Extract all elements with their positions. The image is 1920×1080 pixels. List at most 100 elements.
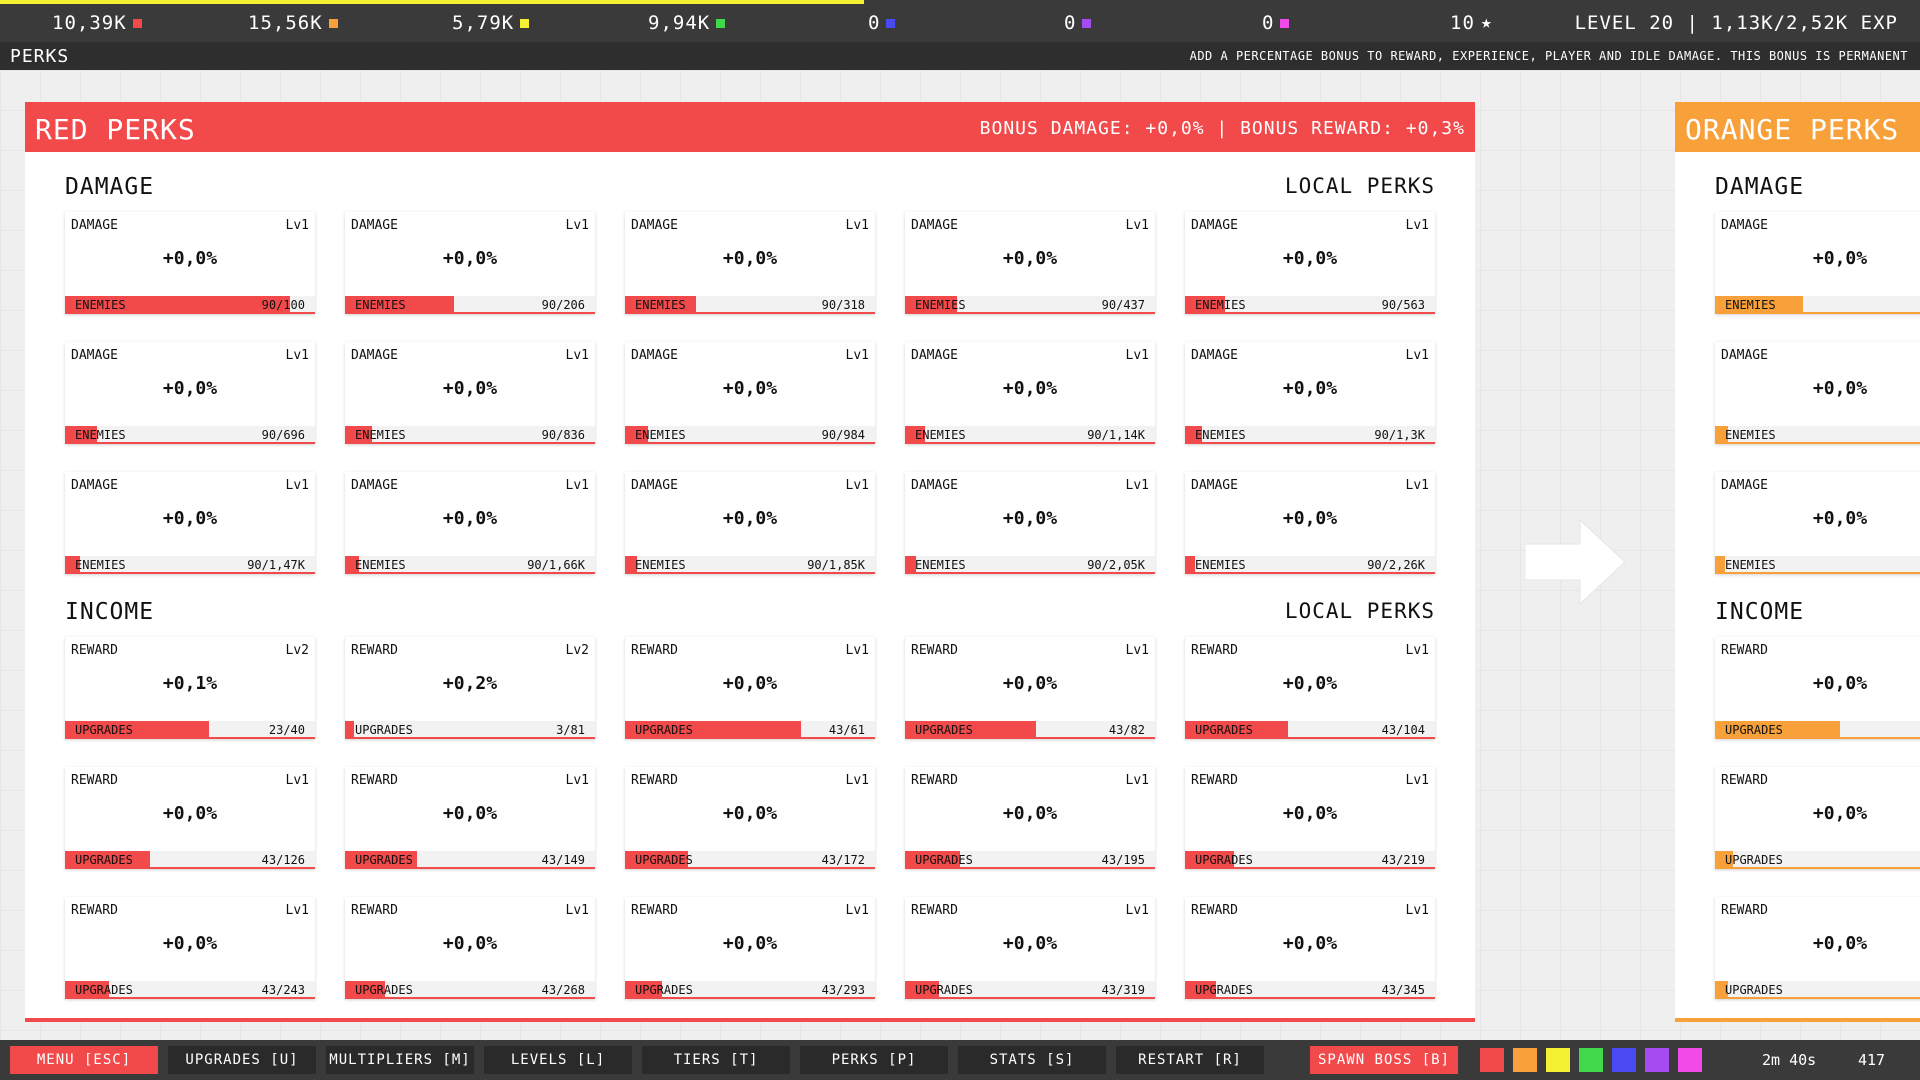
perk-card[interactable]: REWARD Lv1 +0,0% UPGRADES 43/319: [905, 897, 1155, 999]
perk-card[interactable]: REWARD Lv2 +0,2% UPGRADES 3/81: [345, 637, 595, 739]
perk-card[interactable]: REWARD Lv1 +0,0% UPGRADES 43/149: [345, 767, 595, 869]
perk-card[interactable]: DAMAGE Lv1 +0,0% ENEMIES 90/563: [1185, 212, 1435, 314]
perk-card[interactable]: DAMAGE +0,0% ENEMIES70: [1715, 212, 1920, 314]
perk-card[interactable]: DAMAGE +0,0% ENEMIES70/2: [1715, 472, 1920, 574]
levels-button[interactable]: LEVELS [L]: [484, 1046, 632, 1074]
perk-card[interactable]: REWARD +0,0% UPGRADES2: [1715, 637, 1920, 739]
perk-level: Lv1: [1405, 218, 1429, 233]
resource-value: 15,56K: [248, 12, 323, 34]
perk-value: +0,0%: [1002, 673, 1058, 694]
perk-progress-bar: UPGRADES20: [1715, 981, 1920, 999]
tiers-button[interactable]: TIERS [T]: [642, 1046, 790, 1074]
perk-value: +0,0%: [442, 508, 498, 529]
perk-requirement-label: ENEMIES: [915, 298, 966, 312]
perk-requirement-label: ENEMIES: [75, 298, 126, 312]
perk-value: +0,0%: [1282, 933, 1338, 954]
perk-card[interactable]: REWARD Lv1 +0,0% UPGRADES 43/268: [345, 897, 595, 999]
perk-value: +0,0%: [162, 378, 218, 399]
perk-progress-text: 90/1,3K: [1374, 428, 1425, 442]
perk-card[interactable]: DAMAGE Lv1 +0,0% ENEMIES 90/696: [65, 342, 315, 444]
perk-card[interactable]: DAMAGE Lv1 +0,0% ENEMIES 90/1,85K: [625, 472, 875, 574]
perk-value: +0,0%: [1282, 803, 1338, 824]
perk-card[interactable]: DAMAGE +0,0% ENEMIES70/1: [1715, 342, 1920, 444]
spawn-button[interactable]: SPAWN BOSS [B]: [1310, 1046, 1458, 1074]
top-resource-bar: 10,39K 15,56K 5,79K 9,94K 0 0 0 10 ★ LEVEL 20 …: [0, 0, 1920, 42]
next-panel-arrow-icon[interactable]: [1525, 520, 1625, 604]
perk-type-label: REWARD: [351, 773, 398, 788]
perk-card[interactable]: REWARD Lv1 +0,0% UPGRADES 43/61: [625, 637, 875, 739]
color-tier-swatch[interactable]: [1513, 1048, 1537, 1072]
orange-perks-title: ORANGE PERKS: [1685, 113, 1900, 146]
perk-level: Lv1: [1405, 478, 1429, 493]
perk-level: Lv1: [285, 903, 309, 918]
perk-card[interactable]: REWARD +0,0% UPGRADES20: [1715, 767, 1920, 869]
restart-button[interactable]: RESTART [R]: [1116, 1046, 1264, 1074]
perk-card[interactable]: DAMAGE Lv1 +0,0% ENEMIES 90/318: [625, 212, 875, 314]
perk-progress-text: 43/243: [261, 983, 305, 997]
perk-value: +0,0%: [1812, 803, 1868, 824]
perk-card[interactable]: REWARD +0,0% UPGRADES20: [1715, 897, 1920, 999]
perk-type-label: REWARD: [631, 643, 678, 658]
perk-requirement-label: UPGRADES: [635, 853, 693, 867]
perk-progress-text: 90/1,85K: [807, 558, 865, 572]
perk-requirement-label: ENEMIES: [355, 558, 406, 572]
perk-card[interactable]: REWARD Lv1 +0,0% UPGRADES 43/126: [65, 767, 315, 869]
perk-card[interactable]: DAMAGE Lv1 +0,0% ENEMIES 90/1,66K: [345, 472, 595, 574]
perk-card[interactable]: DAMAGE Lv1 +0,0% ENEMIES 90/2,05K: [905, 472, 1155, 574]
upgrades-button[interactable]: UPGRADES [U]: [168, 1046, 316, 1074]
color-tier-swatch[interactable]: [1645, 1048, 1669, 1072]
color-tier-swatch[interactable]: [1612, 1048, 1636, 1072]
perk-card[interactable]: DAMAGE Lv1 +0,0% ENEMIES 90/1,47K: [65, 472, 315, 574]
perk-requirement-label: ENEMIES: [915, 428, 966, 442]
perk-card[interactable]: DAMAGE Lv1 +0,0% ENEMIES 90/206: [345, 212, 595, 314]
perk-value: +0,0%: [1812, 508, 1868, 529]
perk-card[interactable]: REWARD Lv2 +0,1% UPGRADES 23/40: [65, 637, 315, 739]
perk-value: +0,0%: [1002, 933, 1058, 954]
perk-progress-text: 43/104: [1381, 723, 1425, 737]
perk-requirement-label: UPGRADES: [355, 853, 413, 867]
perk-card[interactable]: DAMAGE Lv1 +0,0% ENEMIES 90/984: [625, 342, 875, 444]
perk-card[interactable]: REWARD Lv1 +0,0% UPGRADES 43/195: [905, 767, 1155, 869]
perk-requirement-label: ENEMIES: [1195, 558, 1246, 572]
red-perks-panel: RED PERKS BONUS DAMAGE: +0,0% | BONUS RE…: [25, 102, 1475, 1022]
menu-button[interactable]: MENU [ESC]: [10, 1046, 158, 1074]
perk-progress-bar: ENEMIES 90/1,3K: [1185, 426, 1435, 444]
perk-progress-text: 90/100: [261, 298, 305, 312]
color-tier-swatch[interactable]: [1480, 1048, 1504, 1072]
perks-button[interactable]: PERKS [P]: [800, 1046, 948, 1074]
perk-card[interactable]: DAMAGE Lv1 +0,0% ENEMIES 90/100: [65, 212, 315, 314]
multipliers-button[interactable]: MULTIPLIERS [M]: [326, 1046, 474, 1074]
perk-value: +0,1%: [162, 673, 218, 694]
perk-card[interactable]: REWARD Lv1 +0,0% UPGRADES 43/345: [1185, 897, 1435, 999]
perk-value: +0,0%: [442, 933, 498, 954]
perk-card[interactable]: REWARD Lv1 +0,0% UPGRADES 43/104: [1185, 637, 1435, 739]
perk-card[interactable]: REWARD Lv1 +0,0% UPGRADES 43/82: [905, 637, 1155, 739]
color-tier-swatch[interactable]: [1579, 1048, 1603, 1072]
stats-button[interactable]: STATS [S]: [958, 1046, 1106, 1074]
perk-value: +0,0%: [162, 508, 218, 529]
perk-card[interactable]: REWARD Lv1 +0,0% UPGRADES 43/219: [1185, 767, 1435, 869]
red-perks-title: RED PERKS: [35, 113, 196, 146]
perk-card[interactable]: DAMAGE Lv1 +0,0% ENEMIES 90/1,14K: [905, 342, 1155, 444]
perk-card[interactable]: DAMAGE Lv1 +0,0% ENEMIES 90/437: [905, 212, 1155, 314]
income-local-perks-label: LOCAL PERKS: [1284, 599, 1435, 623]
perk-requirement-label: ENEMIES: [1195, 298, 1246, 312]
perk-card[interactable]: DAMAGE Lv1 +0,0% ENEMIES 90/2,26K: [1185, 472, 1435, 574]
perk-type-label: DAMAGE: [911, 218, 958, 233]
bottom-menu-bar: MENU [ESC] UPGRADES [U] MULTIPLIERS [M] LEV…: [0, 1040, 1920, 1080]
stars-value: 10: [1450, 12, 1475, 34]
perk-card[interactable]: REWARD Lv1 +0,0% UPGRADES 43/293: [625, 897, 875, 999]
perk-card[interactable]: DAMAGE Lv1 +0,0% ENEMIES 90/1,3K: [1185, 342, 1435, 444]
perk-card[interactable]: REWARD Lv1 +0,0% UPGRADES 43/243: [65, 897, 315, 999]
perk-card[interactable]: REWARD Lv1 +0,0% UPGRADES 43/172: [625, 767, 875, 869]
perk-requirement-label: ENEMIES: [355, 428, 406, 442]
perk-card[interactable]: DAMAGE Lv1 +0,0% ENEMIES 90/836: [345, 342, 595, 444]
color-tier-swatch[interactable]: [1678, 1048, 1702, 1072]
star-icon: ★: [1480, 12, 1493, 33]
color-tier-swatch[interactable]: [1546, 1048, 1570, 1072]
perk-requirement-label: UPGRADES: [1725, 853, 1783, 867]
perk-type-label: REWARD: [1191, 773, 1238, 788]
orange-perks-panel: ORANGE PERKS DAMAGE INCOME DAMAGE +0,0% EN…: [1675, 102, 1920, 1022]
perk-progress-bar: UPGRADES 43/126: [65, 851, 315, 869]
perk-progress-text: 90/696: [261, 428, 305, 442]
